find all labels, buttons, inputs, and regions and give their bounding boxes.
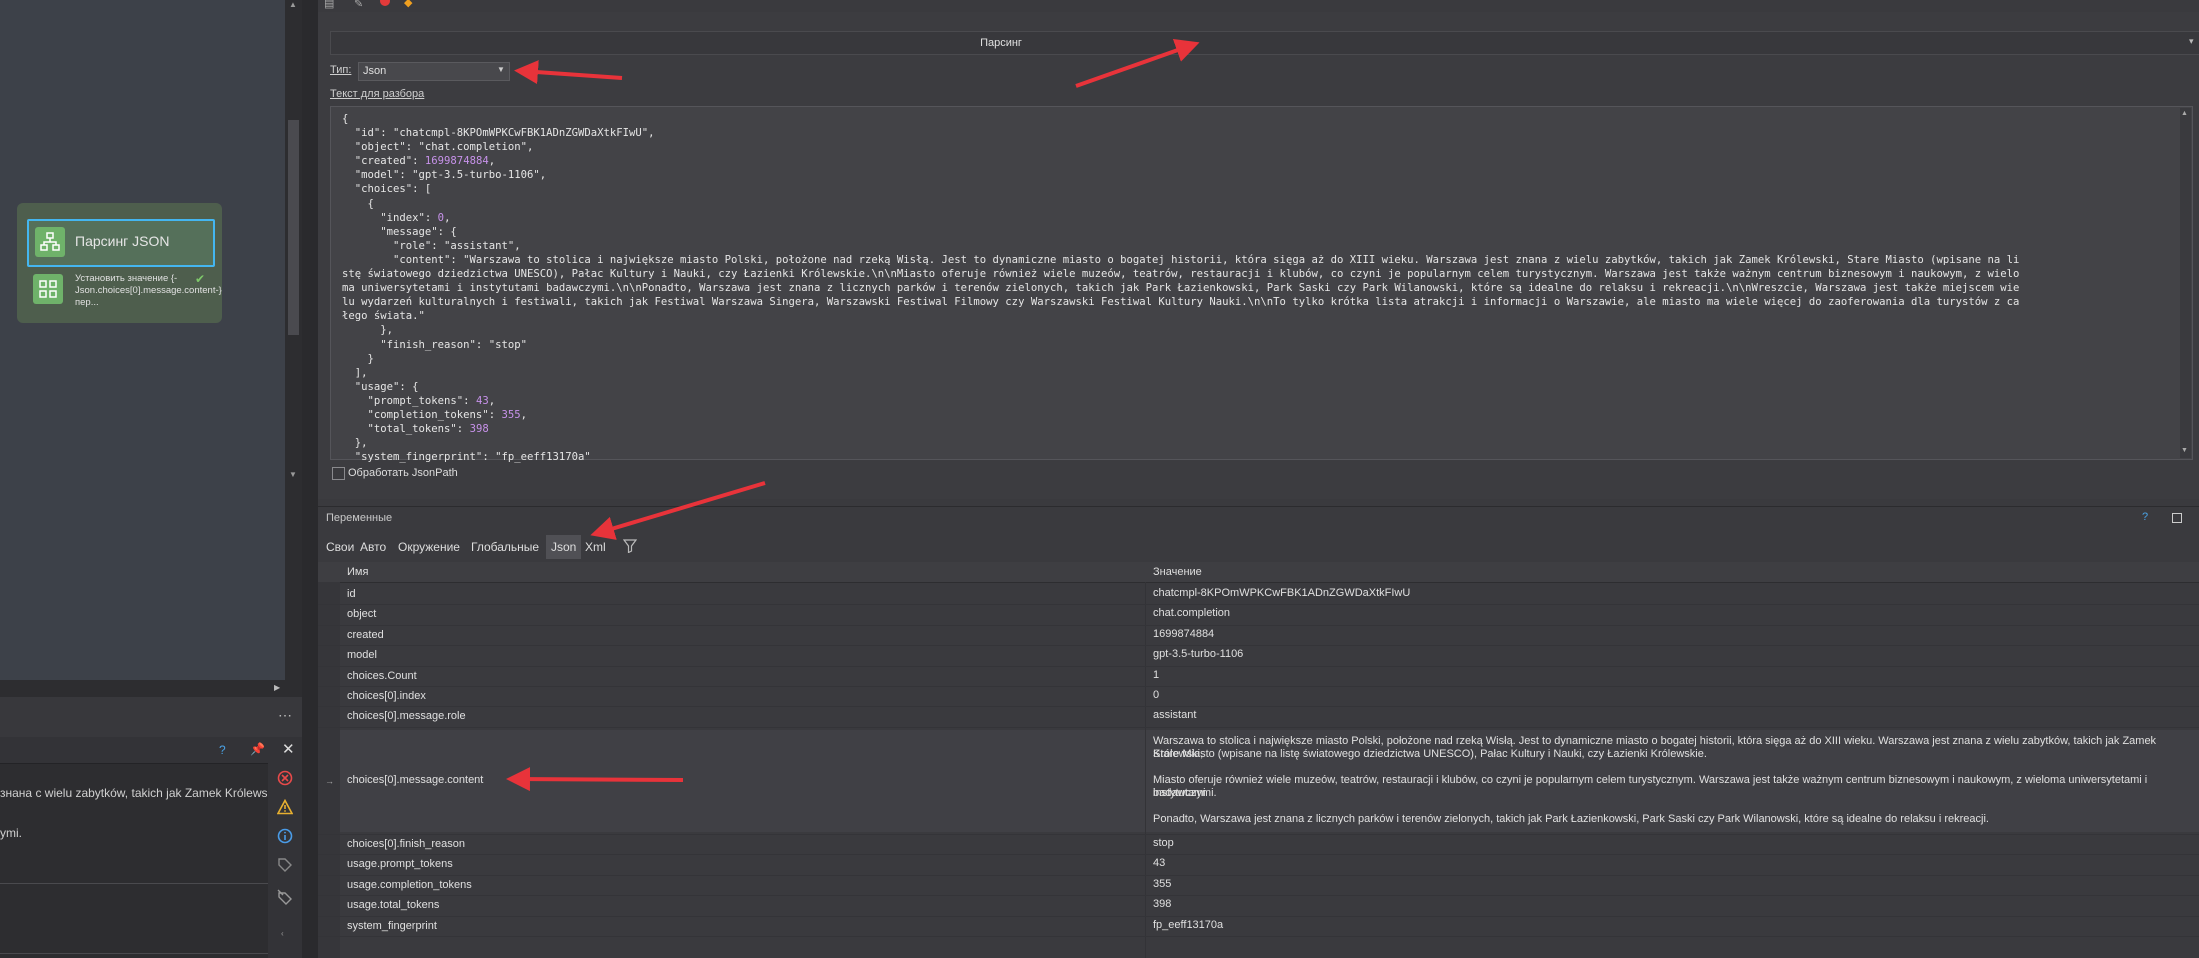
arrow-to-type-select <box>514 60 623 85</box>
arrow-to-json-tab <box>590 481 766 540</box>
annotation-arrows <box>506 39 1200 792</box>
arrow-to-content-row <box>506 767 684 792</box>
arrow-to-section-title <box>1075 39 1200 88</box>
